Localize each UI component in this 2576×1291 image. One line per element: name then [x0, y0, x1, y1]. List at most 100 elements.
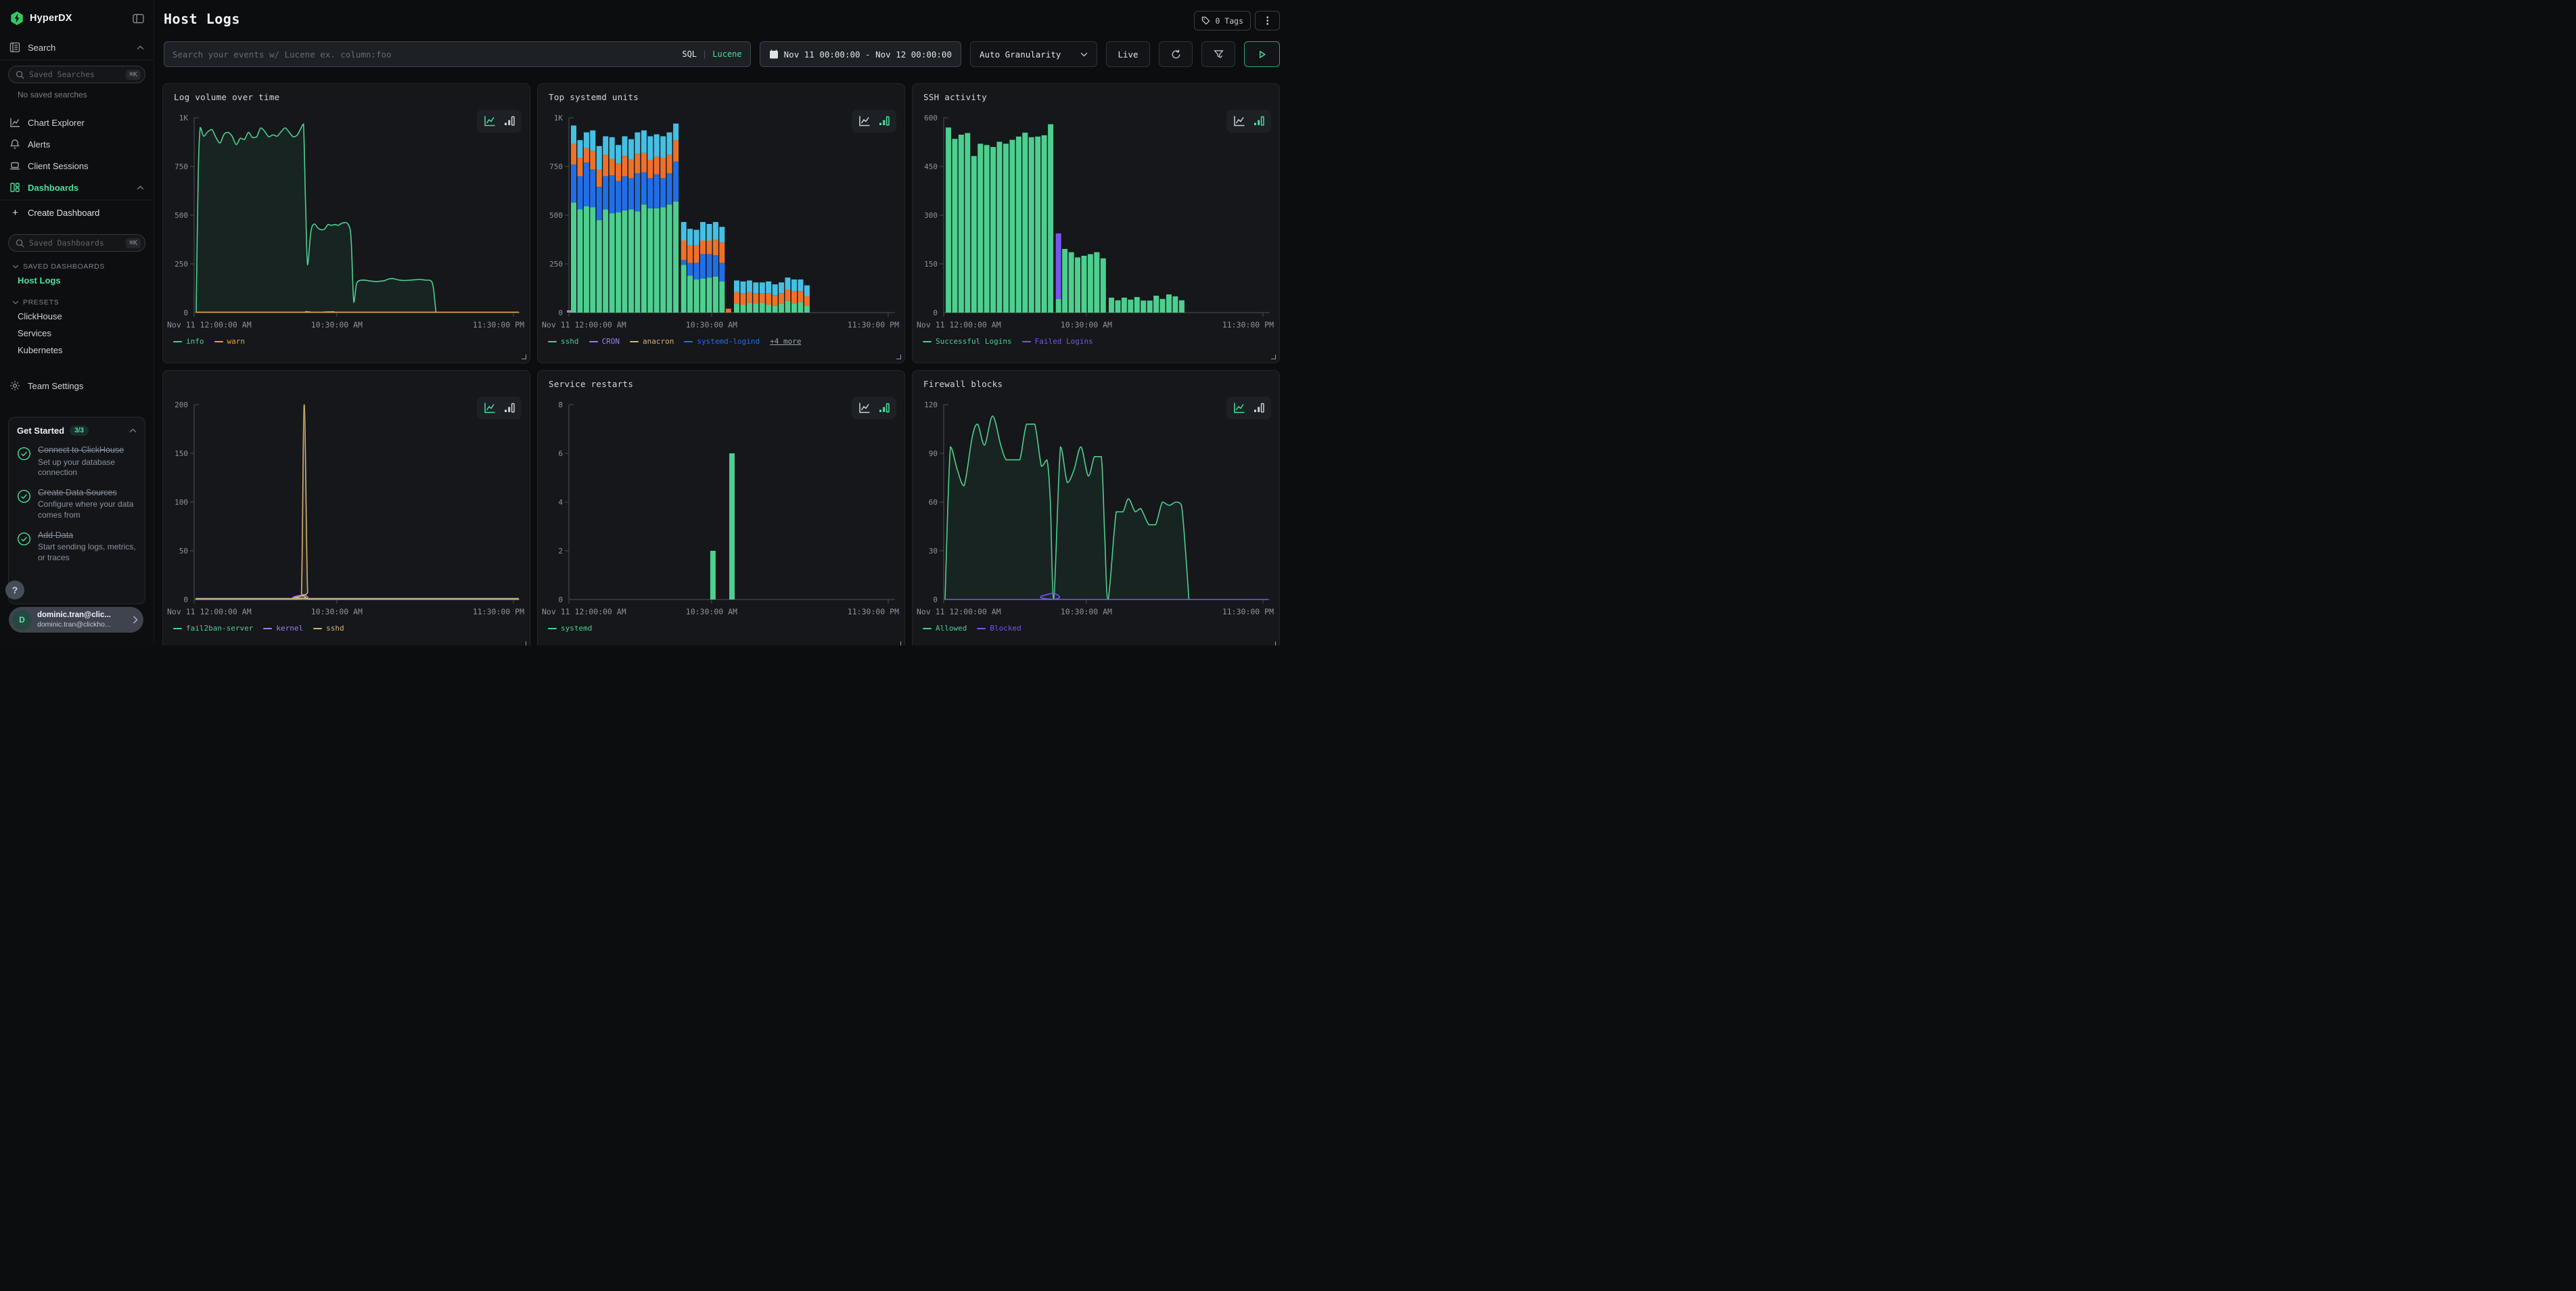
line-view-icon[interactable]	[1233, 401, 1246, 415]
tag-icon	[1201, 16, 1210, 25]
hyperdx-logo-icon	[9, 11, 24, 26]
line-view-icon[interactable]	[483, 114, 497, 128]
sidebar-item-services[interactable]: Services	[0, 325, 154, 342]
chevron-up-icon	[137, 185, 144, 190]
chevron-up-icon[interactable]	[129, 428, 137, 433]
resize-handle[interactable]	[1271, 641, 1276, 646]
bar-view-icon[interactable]	[503, 401, 516, 415]
resize-handle[interactable]	[896, 641, 901, 646]
refresh-button[interactable]	[1159, 41, 1193, 67]
svg-text:500: 500	[175, 211, 188, 220]
svg-text:10:30:00 AM: 10:30:00 AM	[311, 607, 363, 616]
saved-dashboards-group[interactable]: SAVED DASHBOARDS	[0, 257, 154, 272]
chart-plot[interactable]: 050100150200Nov 11 12:00:00 AM10:30:00 A…	[163, 397, 530, 622]
sidebar-item-clickhouse[interactable]: ClickHouse	[0, 308, 154, 325]
chart-plot[interactable]: 0306090120Nov 11 12:00:00 AM10:30:00 AM1…	[913, 397, 1279, 622]
sidebar-item-label: Chart Explorer	[28, 118, 144, 128]
legend-more-link[interactable]: +4 more	[770, 337, 801, 346]
bar-view-icon[interactable]	[877, 114, 891, 128]
get-started-step[interactable]: Connect to ClickHouse Set up your databa…	[17, 445, 137, 478]
chart-card-firewall-blocks: Firewall blocks 0306090120Nov 11 12:00:0…	[912, 370, 1280, 646]
shortcut-badge: ⌘K	[126, 70, 141, 80]
sidebar-item-label: Team Settings	[28, 381, 144, 391]
chart-view-toolbar	[852, 397, 896, 420]
run-query-button[interactable]	[1244, 41, 1280, 67]
chart-plot[interactable]: 0150300450600Nov 11 12:00:00 AM10:30:00 …	[913, 110, 1279, 336]
tags-button[interactable]: 0 Tags	[1194, 11, 1251, 30]
legend-label: warn	[227, 337, 246, 346]
more-menu-button[interactable]	[1255, 11, 1280, 30]
sidebar-collapse-icon[interactable]	[133, 14, 144, 24]
bar-view-icon[interactable]	[1252, 401, 1266, 415]
resize-handle[interactable]	[896, 355, 901, 359]
bar-view-icon[interactable]	[1252, 114, 1266, 128]
saved-dashboards-input[interactable]	[29, 238, 121, 248]
live-button[interactable]: Live	[1106, 41, 1150, 67]
sidebar-item-host-logs[interactable]: Host Logs	[0, 272, 154, 289]
get-started-step[interactable]: Add Data Start sending logs, metrics, or…	[17, 530, 137, 564]
sidebar-item-alerts[interactable]: Alerts	[0, 133, 154, 155]
sidebar-item-client-sessions[interactable]: Client Sessions	[0, 155, 154, 177]
line-view-icon[interactable]	[858, 114, 871, 128]
brand-name: HyperDX	[30, 13, 127, 24]
sidebar-item-team-settings[interactable]: Team Settings	[0, 375, 154, 397]
resize-handle[interactable]	[522, 355, 526, 359]
svg-text:0: 0	[183, 595, 188, 604]
saved-searches-search[interactable]: ⌘K	[8, 66, 145, 83]
event-search-input[interactable]	[172, 49, 682, 60]
chart-plot[interactable]: 02468Nov 11 12:00:00 AM10:30:00 AM11:30:…	[538, 397, 904, 622]
chart-area: 02505007501KNov 11 12:00:00 AM10:30:00 A…	[538, 110, 904, 336]
resize-handle[interactable]	[1271, 355, 1276, 359]
legend-label: Allowed	[936, 624, 967, 633]
search-panel-icon	[9, 42, 21, 53]
date-range-picker[interactable]: Nov 11 00:00:00 - Nov 12 00:00:00	[760, 41, 961, 67]
chevron-up-icon	[137, 45, 144, 50]
bar-view-icon[interactable]	[877, 401, 891, 415]
svg-text:300: 300	[924, 211, 938, 220]
resize-handle[interactable]	[522, 641, 526, 646]
filter-button[interactable]	[1201, 41, 1235, 67]
line-view-icon[interactable]	[858, 401, 871, 415]
lucene-toggle[interactable]: Lucene	[712, 49, 741, 59]
legend-item: Successful Logins	[923, 337, 1012, 346]
legend-label: info	[186, 337, 204, 346]
help-button[interactable]: ?	[5, 581, 24, 599]
sidebar-item-label: Client Sessions	[28, 161, 144, 171]
get-started-badge: 3/3	[70, 426, 89, 436]
get-started-step[interactable]: Create Data Sources Configure where your…	[17, 488, 137, 521]
chart-card-log-volume: Log volume over time 02505007501KNov 11 …	[162, 83, 530, 363]
legend-item: sshd	[548, 337, 579, 346]
svg-text:0: 0	[183, 309, 188, 317]
chart-plot[interactable]: 02505007501KNov 11 12:00:00 AM10:30:00 A…	[163, 110, 530, 336]
legend-label: sshd	[561, 337, 579, 346]
kebab-icon	[1266, 16, 1269, 26]
sidebar-item-dashboards[interactable]: Dashboards	[0, 177, 154, 198]
sidebar-item-search[interactable]: Search	[0, 37, 154, 58]
svg-text:750: 750	[549, 162, 563, 171]
saved-searches-input[interactable]	[29, 70, 121, 79]
chart-title: Service restarts	[549, 379, 633, 389]
sql-toggle[interactable]: SQL	[682, 49, 697, 59]
svg-text:Nov 11 12:00:00 AM: Nov 11 12:00:00 AM	[542, 320, 626, 330]
filter-icon	[1213, 49, 1224, 60]
user-menu[interactable]: D dominic.tran@clic... dominic.tran@clic…	[9, 607, 143, 633]
line-view-icon[interactable]	[1233, 114, 1246, 128]
granularity-select[interactable]: Auto Granularity	[970, 41, 1097, 67]
presets-group[interactable]: PRESETS	[0, 293, 154, 308]
svg-text:Nov 11 12:00:00 AM: Nov 11 12:00:00 AM	[167, 607, 252, 616]
event-search-bar[interactable]: SQL | Lucene	[164, 41, 751, 67]
saved-dashboards-search[interactable]: ⌘K	[8, 234, 145, 252]
sidebar-item-chart-explorer[interactable]: Chart Explorer	[0, 112, 154, 133]
bar-view-icon[interactable]	[503, 114, 516, 128]
line-view-icon[interactable]	[483, 401, 497, 415]
legend-swatch	[548, 341, 557, 342]
legend-swatch	[313, 628, 322, 629]
chart-plot[interactable]: 02505007501KNov 11 12:00:00 AM10:30:00 A…	[538, 110, 904, 336]
svg-text:11:30:00 PM: 11:30:00 PM	[1222, 320, 1274, 330]
sidebar-item-kubernetes[interactable]: Kubernetes	[0, 342, 154, 359]
chart-area: 0150300450600Nov 11 12:00:00 AM10:30:00 …	[913, 110, 1279, 336]
svg-text:11:30:00 PM: 11:30:00 PM	[473, 320, 524, 330]
legend-swatch	[548, 628, 557, 629]
legend-label: CRON	[602, 337, 620, 346]
create-dashboard-button[interactable]: + Create Dashboard	[0, 202, 154, 223]
